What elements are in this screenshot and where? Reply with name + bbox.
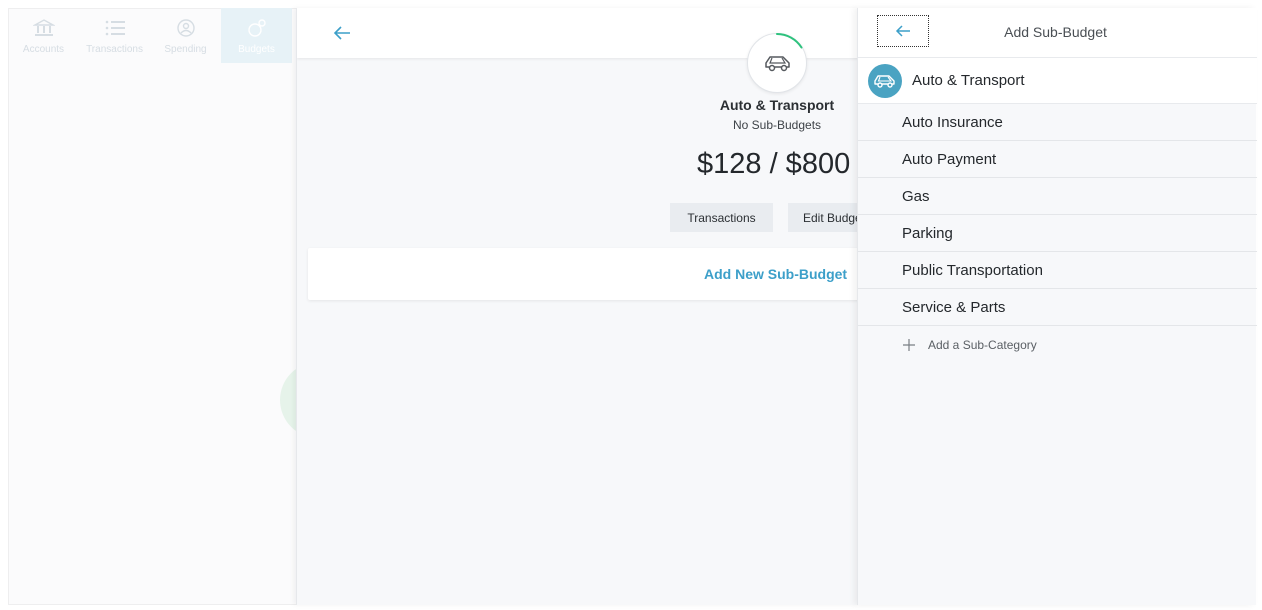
app-root: Accounts Transactions Spending Budgets A… <box>0 0 1262 610</box>
nav-item-transactions[interactable]: Transactions <box>79 8 150 63</box>
nav-item-label: Accounts <box>22 44 65 55</box>
transactions-button[interactable]: Transactions <box>670 203 773 232</box>
car-icon <box>765 56 790 72</box>
car-icon <box>874 75 895 88</box>
spending-icon <box>176 19 195 37</box>
nav-item-accounts[interactable]: Accounts <box>8 8 79 63</box>
budget-subtitle: No Sub-Budgets <box>732 118 822 132</box>
add-new-sub-budget-link[interactable]: Add New Sub-Budget <box>704 266 847 282</box>
add-sub-budget-header: Add Sub-Budget <box>858 8 1257 58</box>
nav-item-label: Spending <box>164 44 207 55</box>
budget-detail-panel: Auto & Transport No Sub-Budgets $128 / $… <box>296 8 858 605</box>
category-header-row: Auto & Transport <box>858 58 1257 104</box>
budgets-icon <box>247 19 266 37</box>
top-navigation: Accounts Transactions Spending Budgets <box>8 8 292 63</box>
nav-item-label: Budgets <box>238 44 275 55</box>
bank-icon <box>32 19 55 36</box>
nav-item-spending[interactable]: Spending <box>150 8 221 63</box>
panel-title-text: Add Sub-Budget <box>1004 24 1107 40</box>
list-item[interactable]: Parking <box>858 215 1257 252</box>
list-item[interactable]: Public Transportation <box>858 252 1257 289</box>
nav-item-budgets[interactable]: Budgets <box>221 8 292 63</box>
add-sub-budget-card[interactable]: Add New Sub-Budget <box>308 248 858 300</box>
budget-amount: $128 / $800 <box>697 148 851 180</box>
subcategory-list: Auto Insurance Auto Payment Gas Parking … <box>858 104 1257 326</box>
edit-budget-button[interactable]: Edit Budget <box>788 203 858 232</box>
list-item[interactable]: Auto Insurance <box>858 104 1257 141</box>
list-item[interactable]: Auto Payment <box>858 141 1257 178</box>
panel-title: Add Sub-Budget <box>858 24 1257 40</box>
add-subcategory-label: Add a Sub-Category <box>928 338 1037 352</box>
budget-category-icon <box>747 33 807 93</box>
add-subcategory-button[interactable]: Add a Sub-Category <box>902 338 1037 352</box>
list-icon <box>105 20 125 36</box>
budget-name: Auto & Transport <box>719 97 835 113</box>
list-item[interactable]: Gas <box>858 178 1257 215</box>
plus-icon <box>903 339 915 351</box>
nav-item-label: Transactions <box>86 44 143 55</box>
list-item[interactable]: Service & Parts <box>858 289 1257 326</box>
add-sub-budget-panel: Add Sub-Budget Auto & Transport Auto Ins… <box>857 8 1257 605</box>
category-label: Auto & Transport <box>912 72 1025 89</box>
category-icon <box>868 64 902 98</box>
back-arrow-icon[interactable] <box>331 22 353 44</box>
